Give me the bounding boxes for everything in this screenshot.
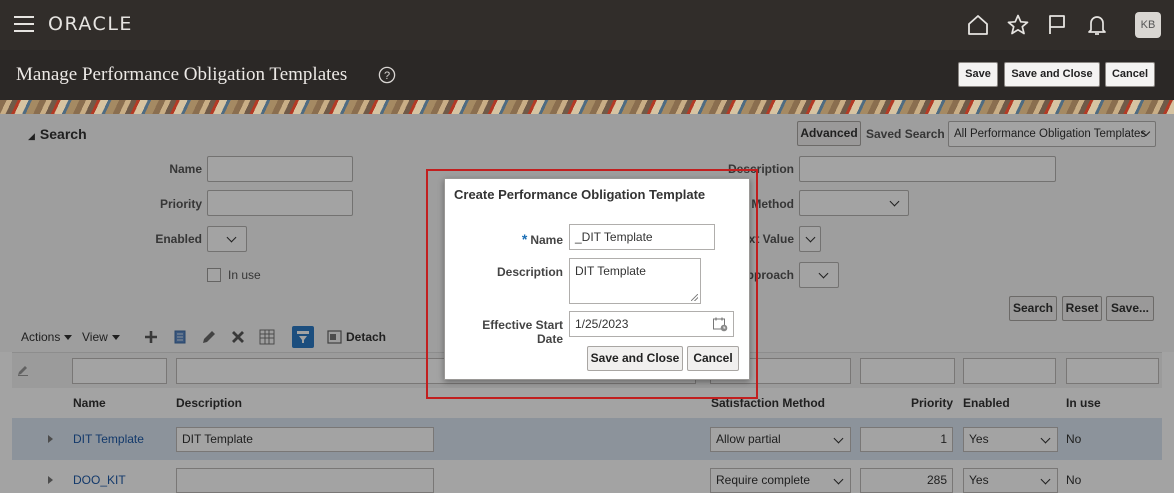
header-cancel-button[interactable]: Cancel [1105,62,1155,87]
dialog-description-textarea[interactable]: DIT Template [569,258,701,304]
dialog-title: Create Performance Obligation Template [454,187,706,202]
home-icon[interactable] [966,13,990,37]
svg-text:?: ? [384,70,390,82]
decorative-banner [0,100,1174,114]
oracle-logo[interactable]: ORACLE [48,13,133,35]
favorites-star-icon[interactable] [1006,13,1030,37]
header-save-button[interactable]: Save [958,62,998,87]
dialog-name-label: * Name [521,231,563,247]
calendar-icon[interactable] [712,316,728,332]
required-indicator: * [521,231,528,247]
textarea-resize-handle[interactable] [691,294,698,301]
menu-icon[interactable] [14,16,34,32]
help-icon[interactable]: ? [378,66,396,84]
user-avatar[interactable]: KB [1135,12,1161,38]
header-save-and-close-button[interactable]: Save and Close [1004,62,1100,87]
create-template-dialog: Create Performance Obligation Template *… [444,178,750,380]
notifications-bell-icon[interactable] [1085,13,1109,37]
watchlist-flag-icon[interactable] [1045,13,1069,37]
page-title: Manage Performance Obligation Templates [16,64,348,85]
dialog-name-input[interactable]: _DIT Template [569,224,715,250]
dialog-start-date-label: Effective Start Date [482,318,563,346]
dialog-cancel-button[interactable]: Cancel [687,346,739,371]
global-header: ORACLE KB [0,0,1174,50]
dialog-description-label: Description [496,265,563,279]
dialog-start-date-input[interactable]: 1/25/2023 [569,311,734,337]
dialog-save-and-close-button[interactable]: Save and Close [587,346,683,371]
